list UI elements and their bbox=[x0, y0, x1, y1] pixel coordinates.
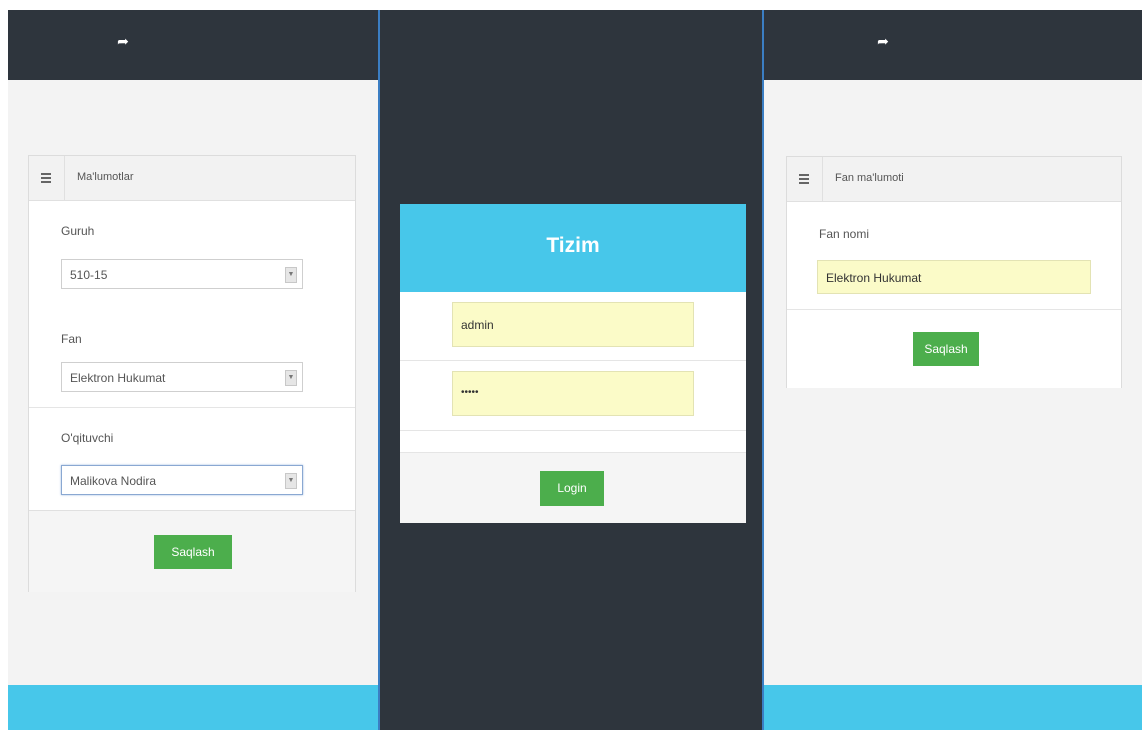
subject-select-value: Elektron Hukumat bbox=[70, 371, 166, 385]
top-bar: ➦ bbox=[764, 10, 1142, 80]
subject-name-value: Elektron Hukumat bbox=[826, 271, 922, 285]
card-title: Ma'lumotlar bbox=[77, 171, 134, 183]
divider bbox=[400, 360, 746, 361]
login-button[interactable]: Login bbox=[540, 471, 604, 506]
top-bar: ➦ bbox=[8, 10, 378, 80]
group-label: Guruh bbox=[61, 224, 95, 238]
group-select-value: 510-15 bbox=[70, 268, 108, 282]
password-value: ••••• bbox=[461, 387, 479, 398]
teacher-select-value: Malikova Nodira bbox=[70, 474, 157, 488]
divider bbox=[400, 430, 746, 431]
right-screen: ➦ Fan ma'lumoti Fan nomi Elektron Hukuma… bbox=[764, 10, 1142, 730]
menu-icon[interactable] bbox=[787, 157, 823, 201]
share-icon[interactable]: ➦ bbox=[872, 30, 894, 52]
bottom-bar bbox=[764, 685, 1142, 730]
save-button[interactable]: Saqlash bbox=[154, 535, 232, 569]
chevron-down-icon: ▼ bbox=[285, 473, 297, 489]
save-button[interactable]: Saqlash bbox=[913, 332, 979, 366]
login-header: Tizim bbox=[400, 204, 746, 292]
username-value: admin bbox=[461, 318, 494, 332]
info-card: Ma'lumotlar Guruh 510-15 ▼ Fan Elektron … bbox=[28, 155, 356, 592]
divider bbox=[29, 407, 355, 408]
card-header: Fan ma'lumoti bbox=[787, 157, 1121, 202]
login-footer: Login bbox=[400, 452, 746, 523]
subject-name-input[interactable]: Elektron Hukumat bbox=[817, 260, 1091, 294]
login-card: Tizim admin ••••• Login bbox=[400, 204, 746, 523]
password-input[interactable]: ••••• bbox=[452, 371, 694, 416]
left-screen: ➦ Ma'lumotlar Guruh 510-15 ▼ Fan Elektro… bbox=[8, 10, 378, 730]
username-input[interactable]: admin bbox=[452, 302, 694, 347]
teacher-select[interactable]: Malikova Nodira ▼ bbox=[61, 465, 303, 495]
login-title: Tizim bbox=[546, 234, 600, 257]
subject-label: Fan bbox=[61, 332, 82, 346]
card-footer: Saqlash bbox=[29, 510, 355, 592]
bottom-bar bbox=[8, 685, 378, 730]
card-header: Ma'lumotlar bbox=[29, 156, 355, 201]
group-select[interactable]: 510-15 ▼ bbox=[61, 259, 303, 289]
chevron-down-icon: ▼ bbox=[285, 267, 297, 283]
subject-name-label: Fan nomi bbox=[819, 227, 870, 241]
subject-card: Fan ma'lumoti Fan nomi Elektron Hukumat … bbox=[786, 156, 1122, 388]
menu-icon[interactable] bbox=[29, 156, 65, 200]
login-screen: Tizim admin ••••• Login bbox=[378, 10, 764, 730]
card-title: Fan ma'lumoti bbox=[835, 172, 904, 184]
teacher-label: O'qituvchi bbox=[61, 431, 114, 445]
share-icon[interactable]: ➦ bbox=[112, 30, 134, 52]
chevron-down-icon: ▼ bbox=[285, 370, 297, 386]
subject-select[interactable]: Elektron Hukumat ▼ bbox=[61, 362, 303, 392]
card-footer: Saqlash bbox=[787, 309, 1121, 388]
